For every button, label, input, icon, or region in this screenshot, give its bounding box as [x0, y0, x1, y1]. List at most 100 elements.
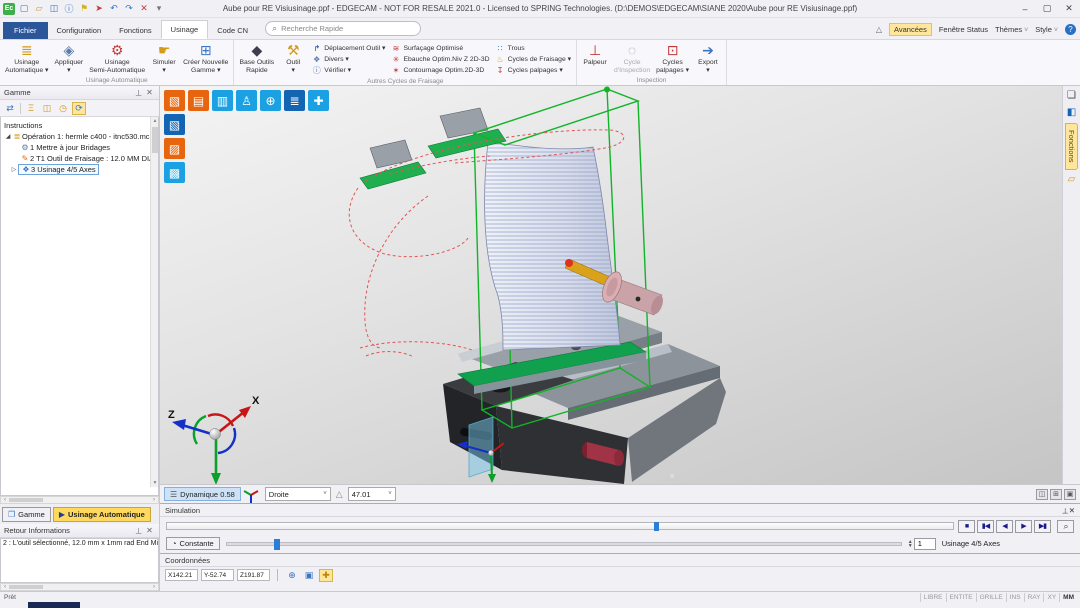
layout-single-icon[interactable]: ◫ — [1036, 489, 1048, 500]
z-coordinate-field[interactable]: Z191.87 — [237, 569, 270, 581]
redo-icon[interactable]: ↷ — [123, 3, 135, 15]
stock-display-icon[interactable]: ▧ — [164, 90, 185, 111]
close-button[interactable]: ✕ — [1058, 1, 1080, 17]
solid-view-icon[interactable]: ▧ — [164, 114, 185, 135]
constante-button[interactable]: ◔ Constante — [166, 537, 220, 550]
graphics-viewport[interactable]: Z X Y ▧ ▤ ▥ ♙ ⊕ ≣ ✚ ▧ ▨ ▩ — [160, 86, 1080, 503]
status-grille[interactable]: GRILLE — [976, 593, 1006, 602]
stock-view-icon[interactable]: ▨ — [164, 138, 185, 159]
gamme-machine-view-icon[interactable]: ◫ — [40, 102, 54, 115]
usinage-automatique-button[interactable]: ≣ Usinage Automatique ▾ — [2, 41, 51, 76]
simulation-pin-icon[interactable]: ⊤ — [1062, 506, 1069, 515]
layout-grid-icon[interactable]: ▣ — [1064, 489, 1076, 500]
contournage-optim-button[interactable]: ✶ Contournage Optim.2D-3D — [391, 65, 489, 75]
tab-fonctions[interactable]: Fonctions — [110, 22, 161, 39]
stop-button[interactable]: ■ — [958, 520, 975, 533]
collapse-ribbon-icon[interactable]: △ — [876, 25, 882, 34]
progress-marker[interactable] — [654, 522, 659, 531]
status-mm[interactable]: MM — [1059, 593, 1077, 602]
export-button[interactable]: ➔ Export ▾ — [692, 41, 724, 76]
angle-value-select[interactable]: 47.01 ˅ — [348, 487, 396, 501]
gamme-vertical-scrollbar[interactable]: ▲ ▼ — [150, 117, 158, 487]
folder-tools-icon[interactable]: ▱ — [1064, 172, 1079, 187]
maximize-button[interactable]: ▢ — [1036, 1, 1058, 17]
active-ucs-icon[interactable]: ✚ — [319, 569, 333, 582]
tree-item-usinage-45-axes[interactable]: ▷ ❖ 3 Usinage 4/5 Axes — [4, 164, 156, 175]
open-folder-icon[interactable]: ▱ — [33, 3, 45, 15]
speed-slider[interactable] — [226, 542, 902, 546]
screen-cpl-icon[interactable]: ▣ — [302, 569, 316, 582]
tree-item-outil-fraisage[interactable]: ✎ 2 T1 Outil de Fraisage : 12.0 MM DIA X… — [4, 153, 156, 164]
cycles-palpages-small-button[interactable]: ↧ Cycles palpages ▾ — [496, 65, 571, 75]
tab-gamme-panel[interactable]: ❐ Gamme — [2, 507, 51, 522]
tool-display-icon[interactable]: ♙ — [236, 90, 257, 111]
window-status-menu[interactable]: Fenêtre Status — [939, 25, 988, 34]
clipboard-icon[interactable]: ❏ — [1064, 88, 1079, 103]
step-back-button[interactable]: ◀ — [996, 520, 1013, 533]
status-libre[interactable]: LIBRE — [920, 593, 946, 602]
tab-fichier[interactable]: Fichier — [3, 22, 48, 39]
style-menu[interactable]: Style — [1035, 25, 1058, 34]
divers-button[interactable]: ❖ Divers ▾ — [312, 54, 385, 64]
layout-split-icon[interactable]: ⊞ — [1050, 489, 1062, 500]
viewport-scene[interactable]: Z X Y ▧ ▤ ▥ ♙ ⊕ ≣ ✚ ▧ ▨ ▩ — [160, 86, 1062, 484]
tree-root-instructions[interactable]: Instructions — [4, 120, 156, 131]
advanced-toggle[interactable]: Avancées — [889, 23, 932, 36]
list-display-icon[interactable]: ≣ — [284, 90, 305, 111]
appliquer-button[interactable]: ◈ Appliquer ▾ — [51, 41, 86, 76]
simuler-button[interactable]: ☛ Simuler ▾ — [148, 41, 180, 76]
collapse-arrow-icon[interactable]: ▷ — [10, 166, 18, 173]
creer-nouvelle-gamme-button[interactable]: ⊞ Créer Nouvelle Gamme ▾ — [180, 41, 231, 76]
step-value[interactable]: 1 — [914, 538, 936, 550]
world-cpl-icon[interactable]: ⊕ — [285, 569, 299, 582]
usinage-semi-automatique-button[interactable]: ⚙ Usinage Semi-Automatique — [86, 41, 148, 76]
status-entite[interactable]: ENTITE — [946, 593, 976, 602]
fonctions-vertical-tab[interactable]: Fonctions — [1065, 123, 1078, 170]
machining-table-icon[interactable]: ▤ — [188, 90, 209, 111]
delete-icon[interactable]: ✕ — [138, 3, 150, 15]
simulation-close-icon[interactable]: ✕ — [1069, 506, 1075, 515]
gamme-sequence-icon[interactable]: Ξ — [24, 102, 38, 115]
gamme-pin-icon[interactable]: ⊤ — [133, 88, 144, 97]
machine-display-icon[interactable]: ▥ — [212, 90, 233, 111]
retour-close-icon[interactable]: ✕ — [144, 526, 155, 535]
deplacement-outil-button[interactable]: ↱ Déplacement Outil ▾ — [312, 43, 385, 53]
play-button[interactable]: ▶ — [1015, 520, 1032, 533]
move-display-icon[interactable]: ✚ — [308, 90, 329, 111]
gamme-refresh-icon[interactable]: ⇄ — [3, 102, 17, 115]
help-icon[interactable]: ? — [1065, 24, 1076, 35]
tab-usinage-automatique-panel[interactable]: ▶ Usinage Automatique — [53, 507, 151, 522]
y-coordinate-field[interactable]: Y-52.74 — [201, 569, 234, 581]
qat-more-icon[interactable]: ▾ — [153, 3, 165, 15]
spinner-arrows-icon[interactable]: ▲▼ — [908, 540, 913, 548]
layers-icon[interactable]: ◧ — [1064, 105, 1079, 120]
cycle-inspection-button[interactable]: ◌ Cycle d'Inspection — [611, 41, 653, 76]
gamme-horizontal-scrollbar[interactable]: ‹› — [0, 496, 159, 504]
verifier-button[interactable]: ⓘ Vérifier ▾ — [312, 65, 385, 75]
tree-item-operation-1[interactable]: ◢ ≣ Opération 1: hermle c400 - itnc530.m… — [4, 131, 156, 142]
tab-configuration[interactable]: Configuration — [48, 22, 111, 39]
expand-arrow-icon[interactable]: ◢ — [4, 133, 12, 140]
tab-usinage[interactable]: Usinage — [161, 20, 209, 39]
gamme-regenerate-icon[interactable]: ⟳ — [72, 102, 86, 115]
flag-icon[interactable]: ⚑ — [78, 3, 90, 15]
cycles-palpages-button[interactable]: ⊡ Cycles palpages ▾ — [653, 41, 692, 76]
outil-button[interactable]: ⚒ Outil ▾ — [277, 41, 309, 77]
launch-icon[interactable]: ➤ — [93, 3, 105, 15]
gamme-time-icon[interactable]: ◷ — [56, 102, 70, 115]
palpeur-button[interactable]: ⊥ Palpeur — [579, 41, 611, 76]
x-coordinate-field[interactable]: X142.21 — [165, 569, 198, 581]
wireframe-view-icon[interactable]: ▩ — [164, 162, 185, 183]
zoom-extents-icon[interactable]: ⊕ — [260, 90, 281, 111]
save-icon[interactable]: ◫ — [48, 3, 60, 15]
status-xy[interactable]: XY — [1043, 593, 1059, 602]
simulation-progress-bar[interactable] — [166, 522, 954, 530]
dynamic-mode-chip[interactable]: ☰ Dynamique 0.58 — [164, 487, 241, 501]
undo-icon[interactable]: ↶ — [108, 3, 120, 15]
analyze-icon[interactable]: ⌕ — [1057, 520, 1074, 533]
speed-slider-handle[interactable] — [274, 539, 280, 550]
tab-code-cn[interactable]: Code CN — [208, 22, 257, 39]
go-to-start-button[interactable]: ▮◀ — [977, 520, 994, 533]
cycles-de-fraisage-button[interactable]: ♨ Cycles de Fraisage ▾ — [496, 54, 571, 64]
tree-item-bridages[interactable]: ⚙ 1 Mettre à jour Bridages — [4, 142, 156, 153]
